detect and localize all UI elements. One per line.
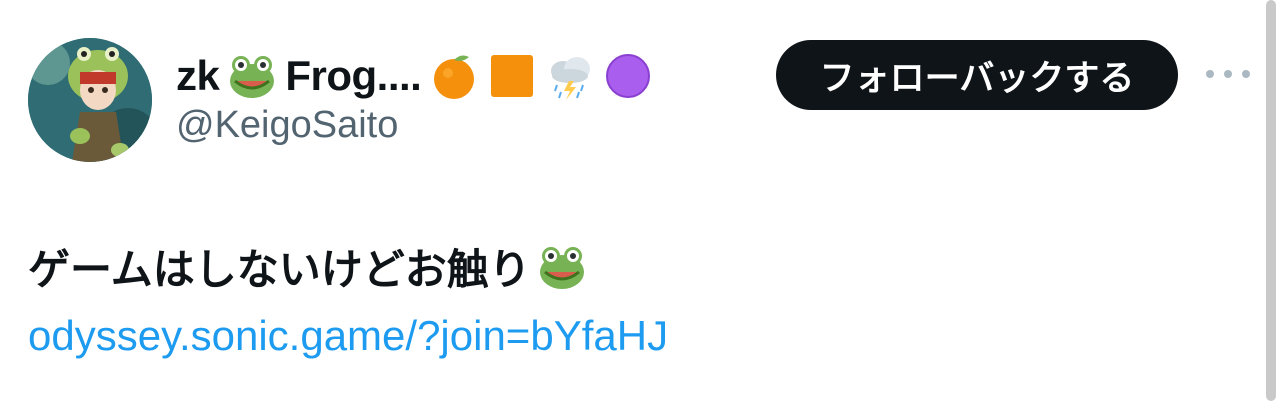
tweet-link[interactable]: odyssey.sonic.game/?join=bYfaHJ <box>28 312 668 360</box>
display-name-part-1: zk <box>176 52 220 99</box>
more-dots-icon[interactable] <box>1206 64 1250 84</box>
more-dot <box>1242 70 1250 78</box>
orange-square-emoji-icon <box>487 51 537 101</box>
tangerine-emoji-icon <box>429 51 479 101</box>
scrollbar[interactable] <box>1266 0 1276 401</box>
follow-back-button[interactable]: フォローバックする <box>776 40 1178 110</box>
display-name-row[interactable]: zk Frog.... <box>176 48 653 104</box>
display-name-part-2: Frog.... <box>285 52 422 99</box>
frog-emoji-icon <box>537 242 587 292</box>
avatar-image <box>28 38 152 162</box>
tweet-card: zk Frog.... @KeigoSaito フォローバックする ゲームはしな… <box>0 0 1284 401</box>
tweet-text: ゲームはしないけどお触り <box>28 236 587 297</box>
tweet-text-body: ゲームはしないけどお触り <box>28 245 531 294</box>
frog-emoji-icon <box>227 51 277 101</box>
purple-circle-emoji-icon <box>603 51 653 101</box>
user-handle[interactable]: @KeigoSaito <box>176 104 398 147</box>
thunder-rain-cloud-emoji-icon <box>545 51 595 101</box>
more-dot <box>1224 70 1232 78</box>
avatar[interactable] <box>28 38 152 162</box>
more-dot <box>1206 70 1214 78</box>
